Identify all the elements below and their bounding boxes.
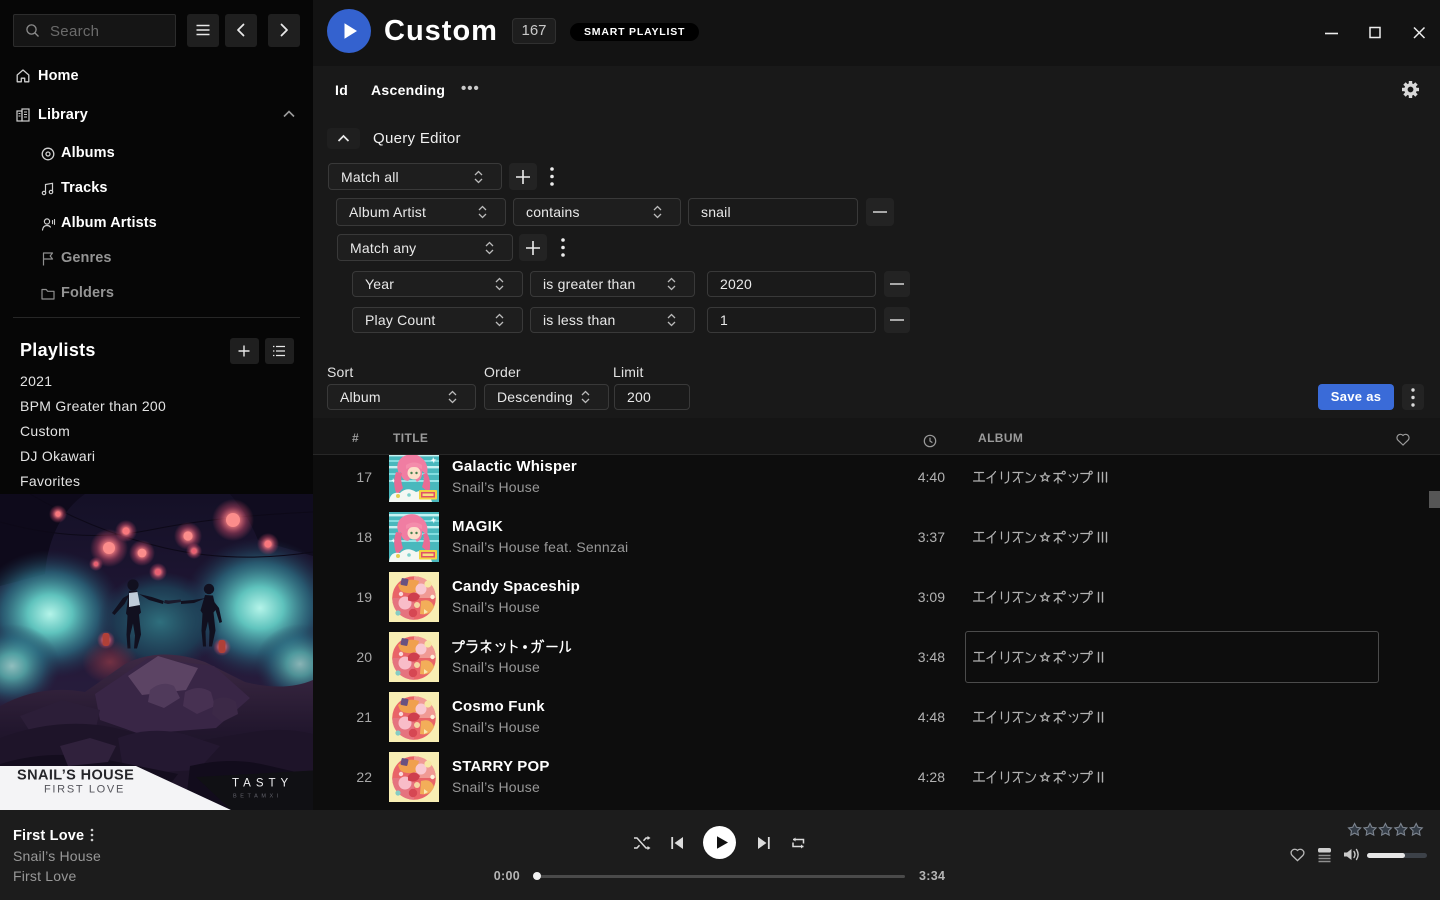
svg-text:SNAIL’S HOUSE: SNAIL’S HOUSE	[17, 768, 134, 784]
svg-text:BETAMXI: BETAMXI	[233, 794, 282, 800]
svg-text:TASTY: TASTY	[232, 778, 293, 790]
svg-text:FIRST LOVE: FIRST LOVE	[44, 784, 125, 796]
